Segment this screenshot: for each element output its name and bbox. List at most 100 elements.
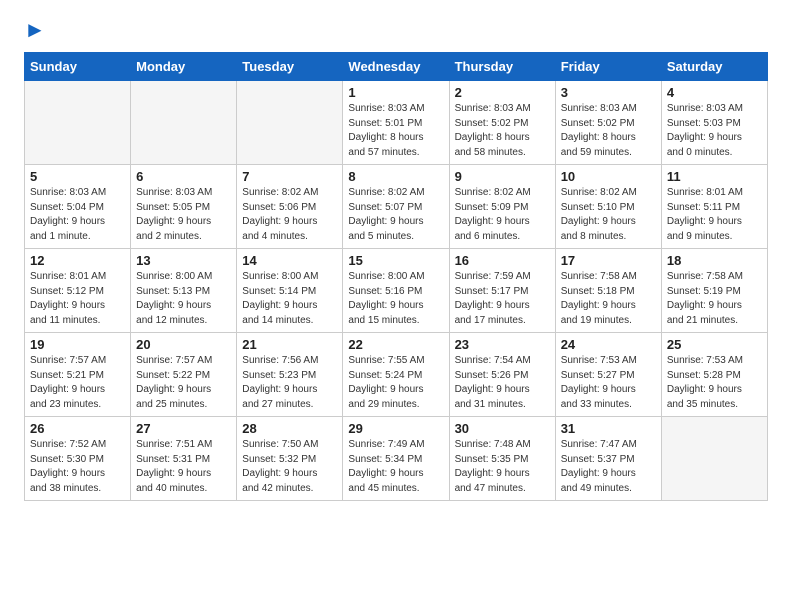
day-info: Sunrise: 8:00 AM Sunset: 5:13 PM Dayligh… [136, 270, 231, 328]
day-number: 21 [242, 337, 337, 352]
day-number: 28 [242, 421, 337, 436]
day-info: Sunrise: 7:57 AM Sunset: 5:22 PM Dayligh… [136, 354, 231, 412]
day-info: Sunrise: 7:51 AM Sunset: 5:31 PM Dayligh… [136, 438, 231, 496]
day-cell: 2 Sunrise: 8:03 AM Sunset: 5:02 PM Daylig… [449, 81, 555, 165]
weekday-header-friday: Friday [555, 53, 661, 81]
day-number: 22 [348, 337, 443, 352]
day-number: 25 [667, 337, 762, 352]
week-row-3: 12Sunrise: 8:01 AM Sunset: 5:12 PM Dayli… [25, 249, 768, 333]
week-row-4: 19 Sunrise: 7:57 AM Sunset: 5:21 PM Dayli… [25, 333, 768, 417]
logo: ► [24, 18, 46, 42]
page: ► SundayMondayTuesdayWednesdayThursdayFr… [0, 0, 792, 519]
day-number: 26 [30, 421, 125, 436]
week-row-2: 5Sunrise: 8:03 AM Sunset: 5:04 PM Daylig… [25, 165, 768, 249]
day-cell: 11 Sunrise: 8:01 AM Sunset: 5:11 PM Dayli… [661, 165, 767, 249]
day-info: Sunrise: 8:01 AM Sunset: 5:12 PM Dayligh… [30, 270, 125, 328]
day-info: Sunrise: 8:02 AM Sunset: 5:06 PM Dayligh… [242, 186, 337, 244]
day-number: 16 [455, 253, 550, 268]
day-cell: 5Sunrise: 8:03 AM Sunset: 5:04 PM Daylig… [25, 165, 131, 249]
day-cell: 4 Sunrise: 8:03 AM Sunset: 5:03 PM Daylig… [661, 81, 767, 165]
day-number: 17 [561, 253, 656, 268]
day-info: Sunrise: 7:55 AM Sunset: 5:24 PM Dayligh… [348, 354, 443, 412]
day-cell: 27 Sunrise: 7:51 AM Sunset: 5:31 PM Dayli… [131, 417, 237, 501]
weekday-header-monday: Monday [131, 53, 237, 81]
day-cell: 31 Sunrise: 7:47 AM Sunset: 5:37 PM Dayli… [555, 417, 661, 501]
day-cell [25, 81, 131, 165]
day-cell: 3Sunrise: 8:03 AM Sunset: 5:02 PM Daylig… [555, 81, 661, 165]
header: ► [24, 18, 768, 42]
logo-text: ► [24, 18, 46, 42]
weekday-header-wednesday: Wednesday [343, 53, 449, 81]
day-number: 7 [242, 169, 337, 184]
day-cell [661, 417, 767, 501]
day-info: Sunrise: 8:02 AM Sunset: 5:07 PM Dayligh… [348, 186, 443, 244]
day-cell: 24Sunrise: 7:53 AM Sunset: 5:27 PM Dayli… [555, 333, 661, 417]
day-info: Sunrise: 7:50 AM Sunset: 5:32 PM Dayligh… [242, 438, 337, 496]
day-number: 10 [561, 169, 656, 184]
weekday-header-sunday: Sunday [25, 53, 131, 81]
day-cell: 22 Sunrise: 7:55 AM Sunset: 5:24 PM Dayli… [343, 333, 449, 417]
day-info: Sunrise: 8:03 AM Sunset: 5:05 PM Dayligh… [136, 186, 231, 244]
day-number: 4 [667, 85, 762, 100]
day-number: 19 [30, 337, 125, 352]
day-cell: 20 Sunrise: 7:57 AM Sunset: 5:22 PM Dayli… [131, 333, 237, 417]
day-cell: 12Sunrise: 8:01 AM Sunset: 5:12 PM Dayli… [25, 249, 131, 333]
day-number: 31 [561, 421, 656, 436]
day-cell: 9Sunrise: 8:02 AM Sunset: 5:09 PM Daylig… [449, 165, 555, 249]
day-cell: 8 Sunrise: 8:02 AM Sunset: 5:07 PM Daylig… [343, 165, 449, 249]
day-info: Sunrise: 7:58 AM Sunset: 5:18 PM Dayligh… [561, 270, 656, 328]
day-number: 6 [136, 169, 231, 184]
day-cell: 7 Sunrise: 8:02 AM Sunset: 5:06 PM Daylig… [237, 165, 343, 249]
day-cell: 26Sunrise: 7:52 AM Sunset: 5:30 PM Dayli… [25, 417, 131, 501]
day-cell: 14 Sunrise: 8:00 AM Sunset: 5:14 PM Dayli… [237, 249, 343, 333]
day-cell: 17 Sunrise: 7:58 AM Sunset: 5:18 PM Dayli… [555, 249, 661, 333]
day-number: 30 [455, 421, 550, 436]
day-cell: 21 Sunrise: 7:56 AM Sunset: 5:23 PM Dayli… [237, 333, 343, 417]
day-info: Sunrise: 8:00 AM Sunset: 5:16 PM Dayligh… [348, 270, 443, 328]
day-cell [237, 81, 343, 165]
day-info: Sunrise: 7:47 AM Sunset: 5:37 PM Dayligh… [561, 438, 656, 496]
weekday-header-saturday: Saturday [661, 53, 767, 81]
day-number: 1 [348, 85, 443, 100]
day-info: Sunrise: 8:01 AM Sunset: 5:11 PM Dayligh… [667, 186, 762, 244]
day-info: Sunrise: 7:58 AM Sunset: 5:19 PM Dayligh… [667, 270, 762, 328]
calendar: SundayMondayTuesdayWednesdayThursdayFrid… [24, 52, 768, 501]
logo-icon-inline: ► [24, 17, 46, 42]
weekday-header-row: SundayMondayTuesdayWednesdayThursdayFrid… [25, 53, 768, 81]
day-info: Sunrise: 8:02 AM Sunset: 5:09 PM Dayligh… [455, 186, 550, 244]
day-number: 20 [136, 337, 231, 352]
day-number: 27 [136, 421, 231, 436]
day-number: 2 [455, 85, 550, 100]
day-cell: 23 Sunrise: 7:54 AM Sunset: 5:26 PM Dayli… [449, 333, 555, 417]
day-info: Sunrise: 8:03 AM Sunset: 5:02 PM Dayligh… [455, 102, 550, 160]
day-number: 14 [242, 253, 337, 268]
day-number: 23 [455, 337, 550, 352]
day-info: Sunrise: 8:00 AM Sunset: 5:14 PM Dayligh… [242, 270, 337, 328]
day-cell: 29 Sunrise: 7:49 AM Sunset: 5:34 PM Dayli… [343, 417, 449, 501]
day-number: 13 [136, 253, 231, 268]
day-number: 11 [667, 169, 762, 184]
day-cell: 30 Sunrise: 7:48 AM Sunset: 5:35 PM Dayli… [449, 417, 555, 501]
day-number: 29 [348, 421, 443, 436]
day-number: 8 [348, 169, 443, 184]
day-info: Sunrise: 7:49 AM Sunset: 5:34 PM Dayligh… [348, 438, 443, 496]
day-info: Sunrise: 8:03 AM Sunset: 5:01 PM Dayligh… [348, 102, 443, 160]
weekday-header-thursday: Thursday [449, 53, 555, 81]
week-row-1: 1 Sunrise: 8:03 AM Sunset: 5:01 PM Daylig… [25, 81, 768, 165]
day-cell [131, 81, 237, 165]
day-number: 15 [348, 253, 443, 268]
day-cell: 19 Sunrise: 7:57 AM Sunset: 5:21 PM Dayli… [25, 333, 131, 417]
day-info: Sunrise: 7:57 AM Sunset: 5:21 PM Dayligh… [30, 354, 125, 412]
week-row-5: 26Sunrise: 7:52 AM Sunset: 5:30 PM Dayli… [25, 417, 768, 501]
weekday-header-tuesday: Tuesday [237, 53, 343, 81]
day-info: Sunrise: 8:03 AM Sunset: 5:04 PM Dayligh… [30, 186, 125, 244]
day-cell: 25 Sunrise: 7:53 AM Sunset: 5:28 PM Dayli… [661, 333, 767, 417]
day-cell: 28 Sunrise: 7:50 AM Sunset: 5:32 PM Dayli… [237, 417, 343, 501]
day-info: Sunrise: 7:56 AM Sunset: 5:23 PM Dayligh… [242, 354, 337, 412]
day-info: Sunrise: 8:03 AM Sunset: 5:03 PM Dayligh… [667, 102, 762, 160]
day-cell: 13 Sunrise: 8:00 AM Sunset: 5:13 PM Dayli… [131, 249, 237, 333]
day-info: Sunrise: 7:53 AM Sunset: 5:28 PM Dayligh… [667, 354, 762, 412]
day-cell: 15 Sunrise: 8:00 AM Sunset: 5:16 PM Dayli… [343, 249, 449, 333]
day-info: Sunrise: 7:48 AM Sunset: 5:35 PM Dayligh… [455, 438, 550, 496]
day-info: Sunrise: 7:54 AM Sunset: 5:26 PM Dayligh… [455, 354, 550, 412]
